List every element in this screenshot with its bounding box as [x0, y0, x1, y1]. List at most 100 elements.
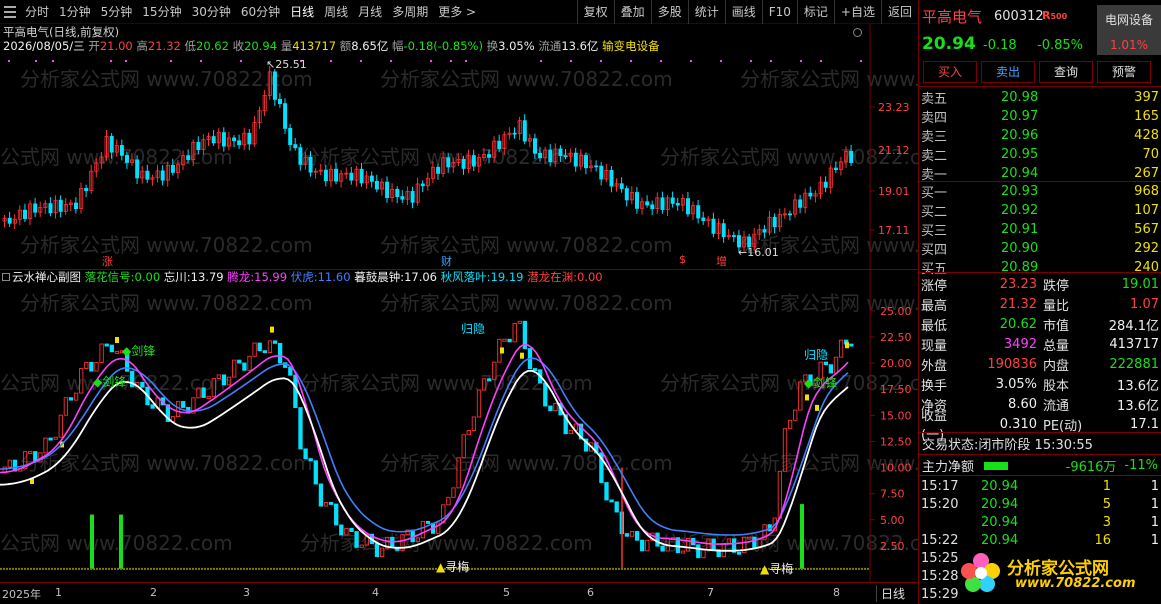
- tab-daily[interactable]: 日线: [285, 0, 319, 24]
- tab-monthly[interactable]: 月线: [353, 0, 387, 24]
- sub-y-tick-label: 7.50: [880, 488, 905, 501]
- signal-dot: [360, 60, 362, 62]
- candle-body: [849, 150, 854, 163]
- candle-body: [349, 172, 354, 181]
- back-button[interactable]: 返回: [880, 0, 918, 24]
- indicator-bar: [655, 532, 660, 547]
- indicator-bar: [849, 343, 854, 347]
- candle-body: [170, 164, 175, 173]
- indicator-bar: [104, 343, 109, 347]
- restore-rights-button[interactable]: 复权: [576, 0, 614, 24]
- indicator-chart-canvas: 分析家公式网 www.70822.com 分析家公式网 www.70822.com…: [0, 270, 918, 582]
- candle-body: [410, 191, 415, 203]
- indicator-bar: [736, 551, 742, 555]
- tab-60min[interactable]: 60分钟: [236, 0, 285, 24]
- stock-code: 600312: [994, 9, 1044, 24]
- statistics-button[interactable]: 统计: [687, 0, 725, 24]
- indicator-bar: [242, 362, 247, 371]
- f10-button[interactable]: F10: [761, 0, 797, 24]
- stat-row: 收益(一) 0.310 PE(动) 17.1: [921, 409, 1159, 443]
- marker-zeng: 增: [716, 255, 727, 268]
- indicator-bar: [787, 419, 793, 430]
- candle-body: [400, 196, 405, 200]
- sector-box[interactable]: 电网设备 1.01%: [1097, 5, 1161, 55]
- stat-row: 涨停 23.23 跌停 19.01: [921, 276, 1159, 294]
- bid-row: 买三 20.91 567: [921, 222, 1159, 239]
- candle-body: [323, 169, 328, 182]
- signal-dot: [630, 60, 632, 62]
- settings-gear-icon[interactable]: [853, 28, 862, 37]
- query-button[interactable]: 查询: [1039, 61, 1093, 83]
- signal-dot: [35, 60, 37, 62]
- tab-15min[interactable]: 15分钟: [137, 0, 186, 24]
- indicator-bar: [257, 342, 262, 352]
- tab-1min[interactable]: 1分钟: [54, 0, 96, 24]
- multi-stock-button[interactable]: 多股: [650, 0, 688, 24]
- sub-y-tick-label: 10.00: [880, 462, 912, 475]
- candle-body: [272, 71, 277, 100]
- watermark-text: 分析家公式网 www.70822.com: [300, 371, 593, 395]
- price-chart-canvas: 分析家公式网 www.70822.com 分析家公式网 www.70822.com…: [0, 24, 918, 270]
- mark-button[interactable]: 标记: [796, 0, 834, 24]
- tab-weekly[interactable]: 周线: [319, 0, 353, 24]
- y-tick-label: 21.12: [878, 144, 910, 157]
- quote-panel: 平高电气 600312 R500 电网设备 1.01% 20.94 -0.18 …: [918, 0, 1161, 604]
- indicator-bar: [94, 362, 99, 372]
- period-toolbar: 分时 1分钟 5分钟 15分钟 30分钟 60分钟 日线 周线 月线 多周期 更…: [0, 0, 918, 24]
- indicator-bar: [471, 416, 477, 432]
- signal-volume-bar: [119, 514, 123, 569]
- alert-button[interactable]: 预警: [1097, 61, 1151, 83]
- candle-body: [288, 127, 293, 146]
- indicator-bar: [609, 499, 614, 503]
- tab-more[interactable]: 更多 >: [433, 0, 481, 24]
- axis-month-3: 3: [243, 586, 250, 599]
- period-indicator[interactable]: 日线: [876, 585, 909, 602]
- indicator-bar: [543, 382, 548, 407]
- candle-body: [109, 135, 114, 153]
- indicator-chart[interactable]: 分析家公式网 www.70822.com 分析家公式网 www.70822.com…: [0, 270, 918, 582]
- xunmei-label-1: ▲寻梅: [436, 560, 470, 574]
- candle-body: [374, 180, 379, 190]
- indicator-bar: [277, 342, 283, 364]
- menu-icon[interactable]: [4, 6, 16, 18]
- candle-body: [446, 157, 451, 168]
- axis-month-4: 4: [372, 586, 379, 599]
- candle-body: [369, 175, 374, 182]
- candle-body: [721, 223, 726, 238]
- price-chart[interactable]: 分析家公式网 www.70822.com 分析家公式网 www.70822.com…: [0, 24, 918, 270]
- sub-y-tick-label: 15.00: [880, 409, 912, 422]
- overlay-button[interactable]: 叠加: [613, 0, 651, 24]
- signal-dot: [820, 60, 822, 62]
- yellow-marker: [270, 326, 274, 333]
- signal-dot: [430, 60, 432, 62]
- bid-table: 买一 20.93 968 买二 20.92 107 买三 20.91 567 买四 20.90…: [921, 182, 1159, 277]
- indicator-bar: [451, 487, 456, 498]
- marker-dollar: $: [679, 253, 686, 266]
- sub-y-tick-label: 22.50: [880, 331, 912, 344]
- candle-body: [573, 152, 578, 167]
- tab-30min[interactable]: 30分钟: [187, 0, 236, 24]
- watermark-text: 分析家公式网 www.70822.com: [740, 67, 918, 91]
- tab-fenshi[interactable]: 分时: [20, 0, 54, 24]
- axis-month-1: 1: [55, 586, 62, 599]
- indicator-bar: [339, 524, 344, 536]
- indicator-bar: [696, 544, 701, 559]
- indicator-bar: [221, 374, 227, 386]
- tab-5min[interactable]: 5分钟: [96, 0, 138, 24]
- sub-y-tick-label: 20.00: [880, 357, 912, 370]
- bid-row: 买一 20.93 968: [921, 184, 1159, 201]
- signal-dot: [450, 60, 452, 62]
- buy-button[interactable]: 买入: [923, 61, 977, 83]
- sell-button[interactable]: 卖出: [981, 61, 1035, 83]
- add-watchlist-button[interactable]: +自选: [833, 0, 881, 24]
- draw-line-button[interactable]: 画线: [724, 0, 762, 24]
- yellow-marker: [805, 394, 809, 401]
- indicator-bar: [262, 350, 267, 354]
- tab-multi-period[interactable]: 多周期: [387, 0, 433, 24]
- tick-row: 15:20 20.94 5 1: [921, 496, 1159, 512]
- sub-y-tick-label: 2.50: [880, 540, 905, 553]
- chart-title: 平高电气(日线,前复权): [3, 25, 120, 39]
- candle-body: [538, 152, 543, 159]
- signal-dot: [330, 60, 332, 62]
- watermark-text: 分析家公式网 www.70822.com: [380, 291, 673, 315]
